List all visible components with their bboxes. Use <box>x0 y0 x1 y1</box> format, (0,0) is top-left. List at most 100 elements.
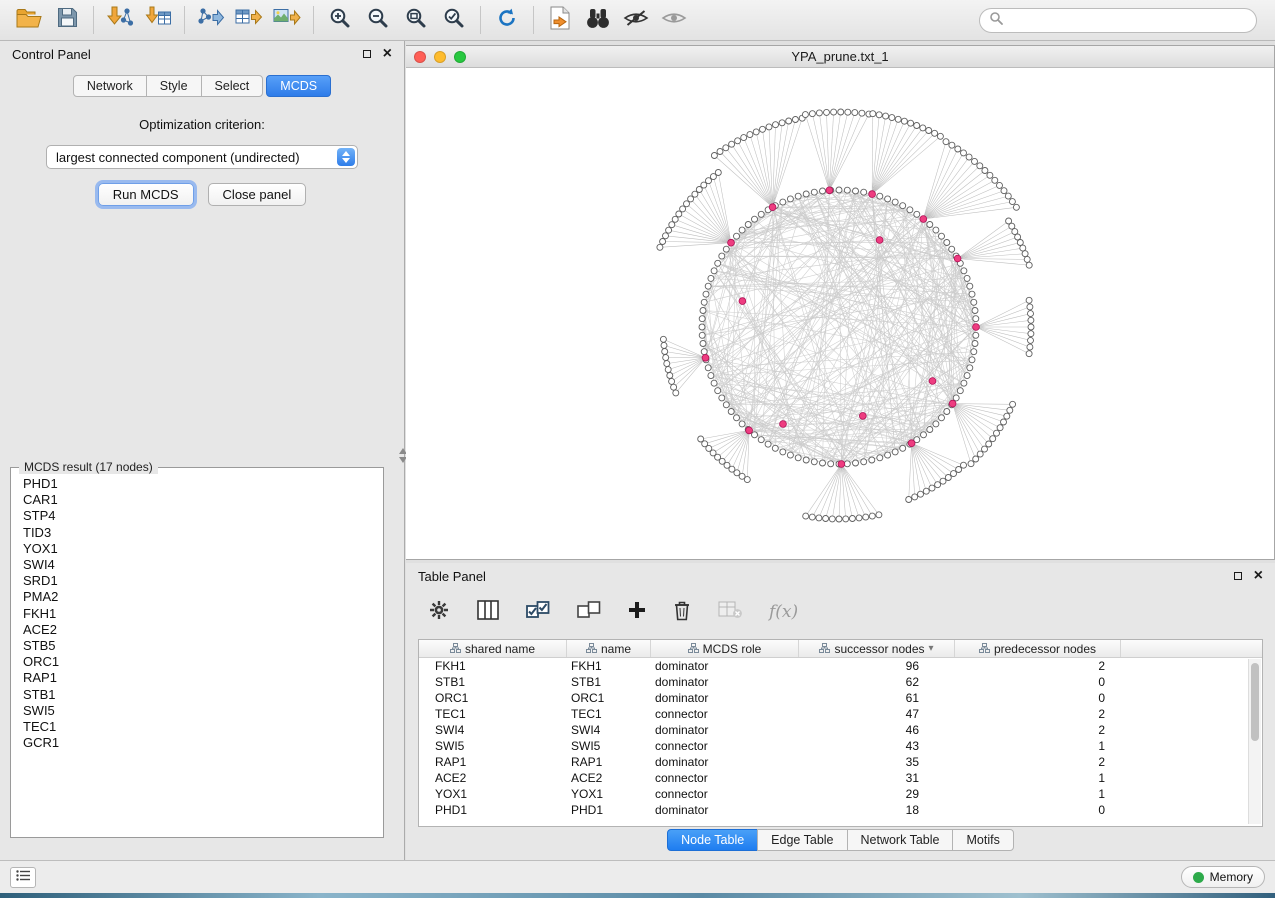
tab-style[interactable]: Style <box>146 75 202 97</box>
select-all-icon[interactable] <box>526 600 550 625</box>
mcds-result-item[interactable]: TEC1 <box>23 719 383 735</box>
share-document-button[interactable] <box>542 4 578 36</box>
table-row[interactable]: SWI5SWI5connector431 <box>419 738 1262 754</box>
show-columns-icon[interactable] <box>477 600 499 625</box>
table-cell: SWI5 <box>567 738 651 754</box>
close-panel-icon[interactable]: × <box>383 46 392 62</box>
table-row[interactable]: FKH1FKH1dominator962 <box>419 658 1262 674</box>
mcds-result-item[interactable]: GCR1 <box>23 735 383 751</box>
open-file-button[interactable] <box>11 4 47 36</box>
import-network-button[interactable] <box>102 4 138 36</box>
table-row[interactable]: STB1STB1dominator620 <box>419 674 1262 690</box>
toolbar-separator <box>533 6 534 34</box>
table-row[interactable]: ACE2ACE2connector311 <box>419 770 1262 786</box>
mcds-result-item[interactable]: PHD1 <box>23 476 383 492</box>
mcds-result-item[interactable]: TID3 <box>23 525 383 541</box>
mcds-result-item[interactable]: STB5 <box>23 638 383 654</box>
desktop-wallpaper-strip <box>0 893 1275 898</box>
mcds-result-item[interactable]: RAP1 <box>23 670 383 686</box>
table-cell: TEC1 <box>419 706 567 722</box>
close-panel-button[interactable]: Close panel <box>208 183 307 206</box>
mcds-result-item[interactable]: SWI5 <box>23 703 383 719</box>
mcds-result-item[interactable]: ACE2 <box>23 622 383 638</box>
export-network-button[interactable] <box>193 4 229 36</box>
show-all-button[interactable] <box>656 4 692 36</box>
status-menu-button[interactable] <box>10 867 36 888</box>
table-panel-title: Table Panel <box>418 569 486 584</box>
run-mcds-button[interactable]: Run MCDS <box>98 183 194 206</box>
tab-motifs[interactable]: Motifs <box>952 829 1013 851</box>
find-button[interactable] <box>580 4 616 36</box>
deselect-all-icon[interactable] <box>577 600 601 625</box>
table-row[interactable]: PHD1PHD1dominator180 <box>419 802 1262 818</box>
zoom-out-button[interactable] <box>360 4 396 36</box>
zoom-selected-icon <box>442 6 466 35</box>
tab-mcds[interactable]: MCDS <box>266 75 331 97</box>
mcds-result-item[interactable]: SWI4 <box>23 557 383 573</box>
column-header-successor_nodes[interactable]: successor nodes▾ <box>799 640 955 657</box>
table-cell: ACE2 <box>567 770 651 786</box>
search-box[interactable] <box>979 8 1257 33</box>
table-cell: SWI5 <box>419 738 567 754</box>
mcds-result-box: MCDS result (17 nodes) PHD1CAR1STP4TID3Y… <box>10 467 384 838</box>
network-window-titlebar[interactable]: YPA_prune.txt_1 <box>406 46 1274 68</box>
table-cell: dominator <box>651 802 799 818</box>
mcds-result-item[interactable]: YOX1 <box>23 541 383 557</box>
table-cell: 35 <box>799 754 955 770</box>
zoom-selected-button[interactable] <box>436 4 472 36</box>
table-settings-gear-icon[interactable] <box>428 599 450 626</box>
attribute-icon <box>819 642 830 656</box>
tab-edge-table[interactable]: Edge Table <box>757 829 847 851</box>
attribute-icon <box>979 642 990 656</box>
delete-column-icon[interactable] <box>673 599 691 626</box>
column-header-predecessor_nodes[interactable]: predecessor nodes <box>955 640 1121 657</box>
column-header-name[interactable]: name <box>567 640 651 657</box>
table-cell: 1 <box>955 770 1121 786</box>
table-cell: 0 <box>955 690 1121 706</box>
scrollbar-thumb[interactable] <box>1251 663 1259 741</box>
import-table-button[interactable] <box>140 4 176 36</box>
mcds-result-item[interactable]: PMA2 <box>23 589 383 605</box>
table-cell: 29 <box>799 786 955 802</box>
float-panel-icon[interactable] <box>1234 572 1242 580</box>
table-header-row: shared namenameMCDS rolesuccessor nodes▾… <box>419 640 1262 658</box>
table-row[interactable]: RAP1RAP1dominator352 <box>419 754 1262 770</box>
refresh-icon <box>495 6 519 35</box>
mcds-result-item[interactable]: STB1 <box>23 687 383 703</box>
mcds-result-item[interactable]: CAR1 <box>23 492 383 508</box>
control-panel-title: Control Panel <box>12 47 91 62</box>
control-panel-header: Control Panel × <box>0 41 404 67</box>
mcds-result-item[interactable]: ORC1 <box>23 654 383 670</box>
tab-network-table[interactable]: Network Table <box>847 829 954 851</box>
search-input[interactable] <box>1009 13 1247 28</box>
mcds-result-item[interactable]: STP4 <box>23 508 383 524</box>
table-scrollbar[interactable] <box>1248 659 1261 824</box>
mcds-result-item[interactable]: FKH1 <box>23 606 383 622</box>
open-folder-icon <box>16 8 42 33</box>
column-header-shared_name[interactable]: shared name <box>419 640 567 657</box>
table-row[interactable]: ORC1ORC1dominator610 <box>419 690 1262 706</box>
memory-button[interactable]: Memory <box>1181 866 1265 888</box>
mcds-result-item[interactable]: SRD1 <box>23 573 383 589</box>
table-row[interactable]: TEC1TEC1connector472 <box>419 706 1262 722</box>
network-canvas[interactable] <box>406 68 1273 559</box>
float-panel-icon[interactable] <box>363 50 371 58</box>
table-cell: RAP1 <box>419 754 567 770</box>
export-image-button[interactable] <box>269 4 305 36</box>
column-header-mcds_role[interactable]: MCDS role <box>651 640 799 657</box>
close-panel-icon[interactable]: × <box>1254 568 1263 584</box>
hide-selected-button[interactable] <box>618 4 654 36</box>
export-table-button[interactable] <box>231 4 267 36</box>
binoculars-icon <box>584 7 612 34</box>
tab-network[interactable]: Network <box>73 75 147 97</box>
zoom-fit-button[interactable] <box>398 4 434 36</box>
table-row[interactable]: SWI4SWI4dominator462 <box>419 722 1262 738</box>
save-session-button[interactable] <box>49 4 85 36</box>
add-column-icon[interactable] <box>628 601 646 624</box>
table-row[interactable]: YOX1YOX1connector291 <box>419 786 1262 802</box>
zoom-in-button[interactable] <box>322 4 358 36</box>
tab-node-table[interactable]: Node Table <box>667 829 758 851</box>
tab-select[interactable]: Select <box>201 75 264 97</box>
criterion-dropdown[interactable]: largest connected component (undirected) <box>46 145 358 169</box>
refresh-button[interactable] <box>489 4 525 36</box>
